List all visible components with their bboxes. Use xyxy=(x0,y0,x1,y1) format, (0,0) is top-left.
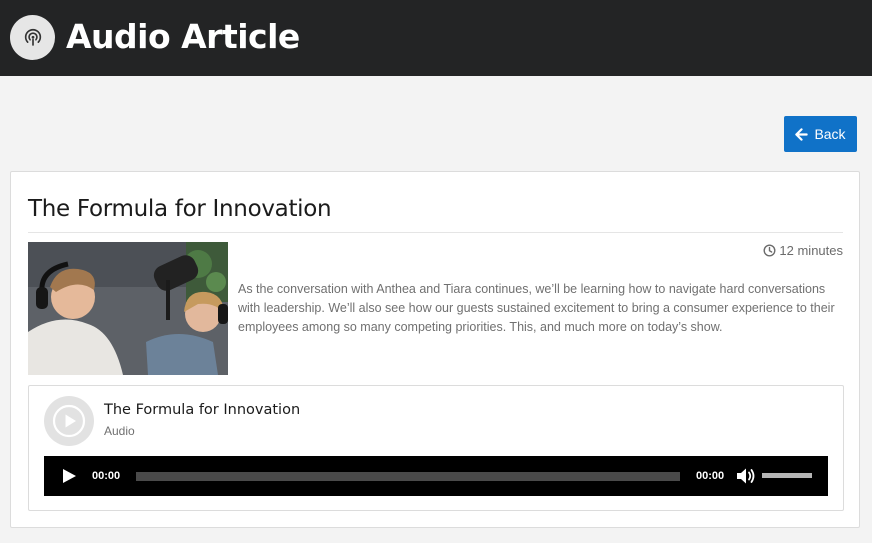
duration-text: 12 minutes xyxy=(779,243,843,258)
play-icon[interactable] xyxy=(44,396,94,446)
article-description: As the conversation with Anthea and Tiar… xyxy=(238,282,835,334)
clock-icon xyxy=(763,244,776,257)
title-divider xyxy=(28,232,843,233)
volume-slider[interactable] xyxy=(762,473,812,478)
arrow-left-icon xyxy=(795,127,809,141)
duration-info: 12 minutes xyxy=(763,243,843,258)
play-button[interactable] xyxy=(61,468,77,484)
app-title: Audio Article xyxy=(66,17,300,56)
player-subtitle: Audio xyxy=(104,424,135,438)
volume-icon[interactable] xyxy=(736,467,756,485)
podcast-icon xyxy=(10,15,55,60)
article-title: The Formula for Innovation xyxy=(28,196,332,222)
back-button[interactable]: Back xyxy=(784,116,857,152)
back-button-label: Back xyxy=(814,126,846,142)
top-bar: Audio Article xyxy=(0,0,872,76)
seek-bar[interactable] xyxy=(136,472,680,481)
audio-controls: 00:00 00:00 xyxy=(44,456,828,496)
audio-player-card: The Formula for Innovation Audio 00:00 0… xyxy=(28,385,844,511)
article-card: The Formula for Innovation 12 minutes As… xyxy=(10,171,860,528)
podcast-hosts-photo xyxy=(28,242,228,375)
current-time: 00:00 xyxy=(92,470,121,482)
total-time: 00:00 xyxy=(696,470,725,482)
player-title: The Formula for Innovation xyxy=(104,402,301,418)
